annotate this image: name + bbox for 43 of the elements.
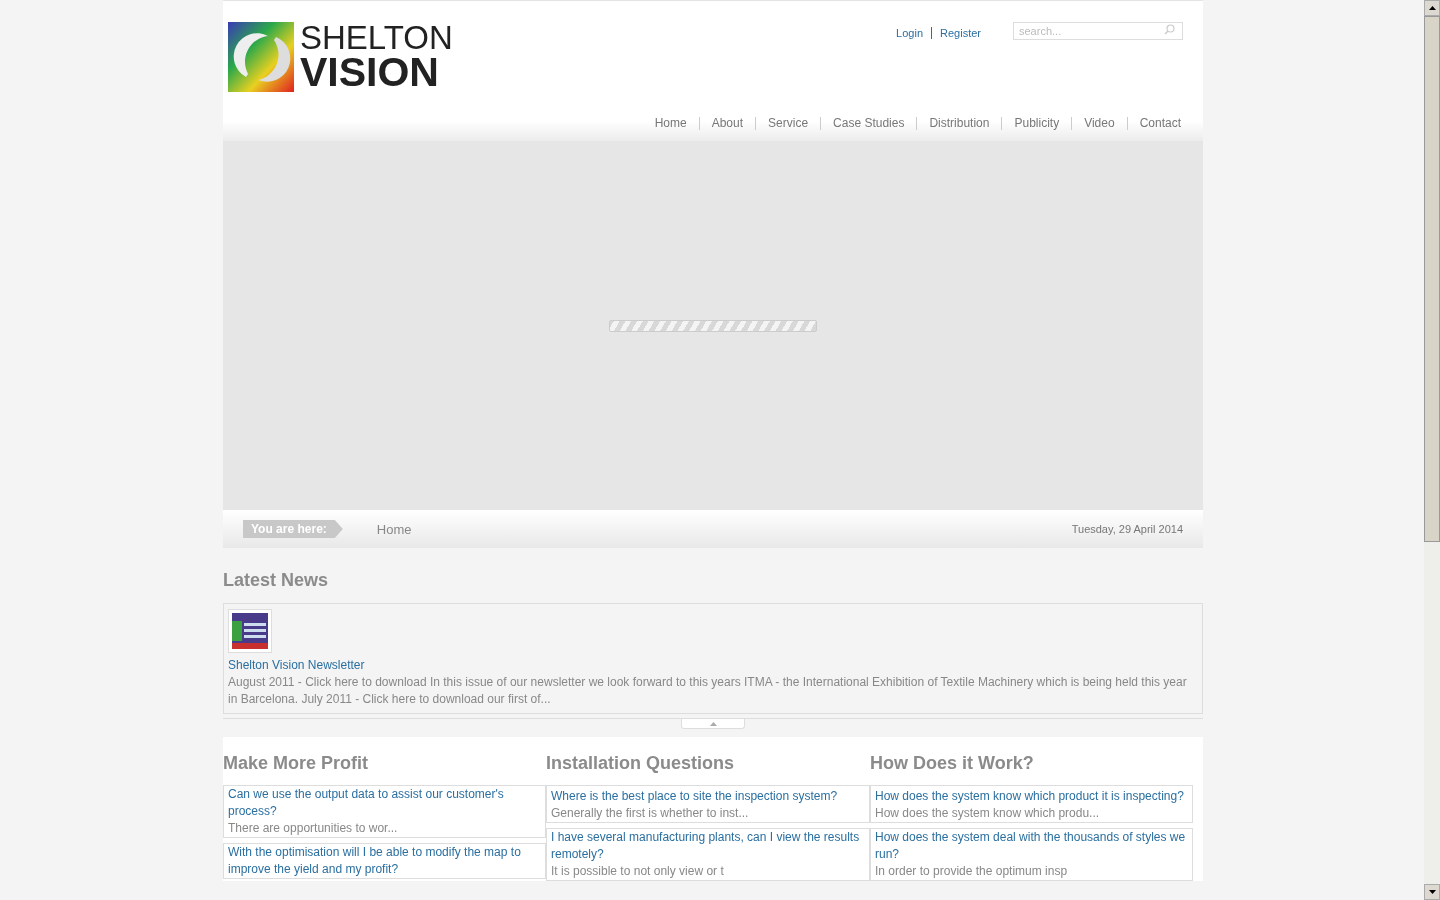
user-link[interactable]: Register [932,27,989,39]
breadcrumb-link[interactable]: Home [376,521,412,537]
section-heading: How Does it Work? [870,753,1035,774]
nav-link[interactable]: Case Studies [820,117,917,130]
faq-answer: How does the system know which produ... [875,805,1101,822]
faq-answer: There are opportunities to wor... [228,820,399,837]
date-text: Tuesday, 29 April 2014 [1071,523,1183,535]
scroll-up-button[interactable] [1424,0,1440,16]
faq-question-link[interactable]: With the optimisation will I be able to modify the map to improve the yield and my profit? [228,844,541,878]
nav-link[interactable]: Video [1071,117,1127,130]
section-heading: Make More Profit [223,753,370,774]
faq-question-link[interactable]: How does the system know which product it is inspecting? [875,788,1184,805]
logo-icon [228,22,294,92]
faq-answer: Generally the first is whether to inst... [551,805,750,822]
scroll-down-button[interactable] [1424,884,1440,900]
scrollbar[interactable] [1424,0,1440,900]
search-icon[interactable] [1164,24,1175,35]
caret-up-icon [1428,6,1436,10]
search-field[interactable]: search... [1013,22,1183,40]
logo-text: VISION [300,52,440,93]
section-heading: Latest News [223,570,330,591]
newsletter-thumbnail[interactable] [228,609,272,653]
news-title-link[interactable]: Shelton Vision Newsletter [228,657,365,674]
collapse-button[interactable] [681,719,745,729]
faq-answer: It is possible to not only view or t [551,863,725,880]
section-heading: Installation Questions [546,753,736,774]
caret-up-icon [709,721,717,726]
faq-question-link[interactable]: Can we use the output data to assist our customer's process? [228,786,541,820]
nav-link[interactable]: Distribution [916,117,1002,130]
faq-question-link[interactable]: I have several manufacturing plants, can I view the results remotely? [551,829,865,863]
scroll-thumb[interactable] [1424,16,1440,542]
user-link[interactable]: Login [888,27,932,39]
nav-link[interactable]: Service [755,117,821,130]
nav-link[interactable]: Contact [1126,117,1193,130]
faq-question-link[interactable]: How does the system deal with the thousands of styles we run? [875,829,1188,863]
nav-link[interactable]: Publicity [1001,117,1072,130]
faq-answer: In order to provide the optimum insp [875,863,1069,880]
faq-question-link[interactable]: Where is the best place to site the inspection system? [551,788,838,805]
news-summary: August 2011 - Click here to download In this issue of our newsletter we look forward to this years ITMA - the International Exhibition of Textile Machinery which is being held this year in Barcelona. July 2011 - Click here to download our first of... [228,674,1188,708]
nav-link[interactable]: About [698,117,756,130]
logo-text: SHELTON [300,21,453,54]
caret-down-icon [1428,890,1436,894]
nav-link[interactable]: Home [642,117,699,130]
